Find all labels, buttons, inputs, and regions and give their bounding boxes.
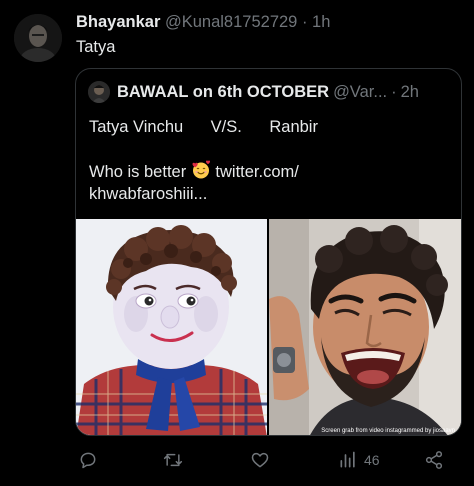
ranbir-photo[interactable]: Screen grab from video instagrammed by j… [269,219,461,435]
puppet-illustration [76,219,267,435]
like-button[interactable] [250,448,276,472]
quoted-link-part-2: khwabfaroshiii... [89,185,208,203]
laughing-man-illustration [269,219,461,435]
quoted-time-separator: · [391,82,397,101]
author-avatar[interactable] [14,14,62,62]
quoted-author-avatar [88,81,110,103]
tweet-header: Bhayankar @Kunal81752729 · 1h [76,12,464,32]
tweet-time[interactable]: 1h [312,13,330,31]
share-button[interactable] [424,448,450,472]
quoted-line-2: Who is better twitter.com/ khwabfaroshii… [89,160,389,205]
quoted-line-2-prefix: Who is better [89,163,187,181]
smiling-face-with-hearts-icon [192,160,210,179]
quoted-tweet-header: BAWAAL on 6th OCTOBER @Var... · 2h [88,81,449,103]
avatar-image [14,14,62,62]
views-count: 46 [364,452,380,468]
quoted-tweet-text: Tatya Vinchu V/S. Ranbir Who is better t… [89,116,389,205]
media-caption: Screen grab from video instagrammed by j… [321,428,455,434]
share-icon [425,451,443,469]
quoted-tweet-time: 2h [400,82,419,101]
quoted-line-1: Tatya Vinchu V/S. Ranbir [89,118,318,136]
time-separator: · [301,13,308,31]
reply-button[interactable] [78,448,104,472]
puppet-image[interactable] [76,219,267,435]
quoted-author-handle: @Var... [333,82,388,101]
retweet-button[interactable] [163,448,189,472]
tweet-text: Tatya [76,38,116,56]
quoted-tweet-card[interactable]: BAWAAL on 6th OCTOBER @Var... · 2h Tatya… [75,68,462,436]
reply-icon [80,452,96,469]
quoted-avatar-image [88,81,110,103]
retweet-icon [163,453,183,467]
views-button[interactable]: 46 [338,448,380,472]
author-handle[interactable]: @Kunal81752729 [165,13,297,31]
author-name[interactable]: Bhayankar [76,13,160,31]
quoted-author-name: BAWAAL on 6th OCTOBER [117,82,330,101]
heart-icon [251,452,269,468]
tweet-actions-bar: 46 [76,446,454,474]
views-icon [340,451,355,468]
quoted-media[interactable]: Screen grab from video instagrammed by j… [76,219,461,435]
quoted-link-part-1: twitter.com/ [215,163,299,181]
